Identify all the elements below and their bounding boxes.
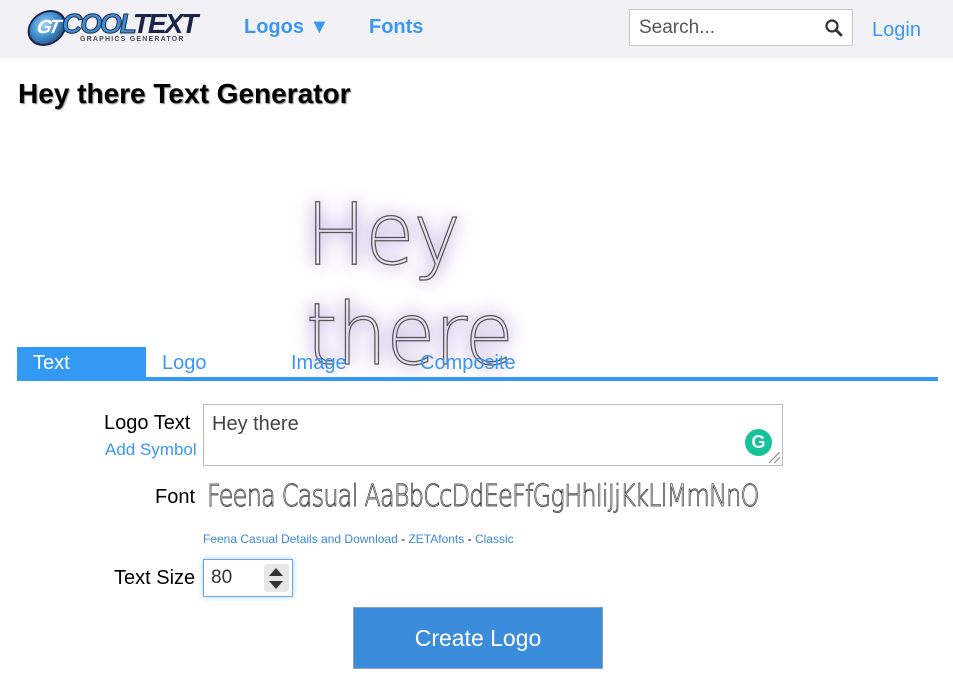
font-links: Feena Casual Details and Download - ZETA… — [203, 532, 514, 546]
logo-text-label: Logo Text — [104, 412, 191, 434]
tab-text[interactable]: Text — [17, 347, 146, 377]
search-box — [629, 9, 853, 46]
create-logo-button[interactable]: Create Logo — [353, 607, 603, 669]
separator: - — [397, 532, 409, 546]
grammarly-icon[interactable]: G — [745, 429, 772, 456]
resize-handle-icon[interactable] — [769, 452, 780, 463]
separator: - — [464, 532, 475, 546]
font-sample-selector[interactable]: Feena Casual AaBbCcDdEeFfGgHhIiJjKkLlMmN… — [207, 479, 760, 515]
logo-preview-image: Hey there — [272, 155, 680, 386]
page-title: Hey there Text Generator — [18, 78, 351, 109]
editor-tabs: Text Logo Image Composite — [17, 347, 938, 381]
site-header: GT COOLTEXT GRAPHICS GENERATOR Logos ▼ F… — [0, 0, 953, 58]
font-category-link[interactable]: Classic — [475, 532, 514, 546]
nav-logos-dropdown[interactable]: Logos ▼ — [244, 16, 329, 39]
tab-image[interactable]: Image — [291, 347, 347, 377]
font-label: Font — [155, 486, 196, 508]
search-input[interactable] — [630, 10, 820, 45]
search-icon[interactable] — [824, 18, 844, 38]
nav-fonts[interactable]: Fonts — [369, 16, 423, 39]
logo-text-input[interactable]: Hey there — [204, 405, 782, 465]
text-size-label: Text Size — [114, 567, 196, 589]
text-size-input[interactable] — [204, 560, 262, 596]
login-link[interactable]: Login — [872, 19, 921, 42]
logo-subtitle: GRAPHICS GENERATOR — [80, 36, 185, 43]
tab-logo[interactable]: Logo — [162, 347, 207, 377]
add-symbol-link[interactable]: Add Symbol — [105, 440, 197, 460]
cooltext-logo[interactable]: GT COOLTEXT GRAPHICS GENERATOR — [24, 8, 203, 48]
font-details-link[interactable]: Feena Casual Details and Download — [203, 532, 398, 546]
text-size-field — [203, 559, 293, 597]
font-foundry-link[interactable]: ZETAfonts — [408, 532, 464, 546]
logo-text-field-wrapper: Hey there — [203, 404, 783, 466]
logo-wordmark: COOLTEXT — [62, 8, 199, 39]
tab-composite[interactable]: Composite — [420, 347, 516, 377]
stepper-up-icon[interactable] — [269, 568, 283, 576]
stepper-down-icon[interactable] — [269, 581, 283, 589]
text-size-stepper[interactable] — [264, 564, 289, 592]
